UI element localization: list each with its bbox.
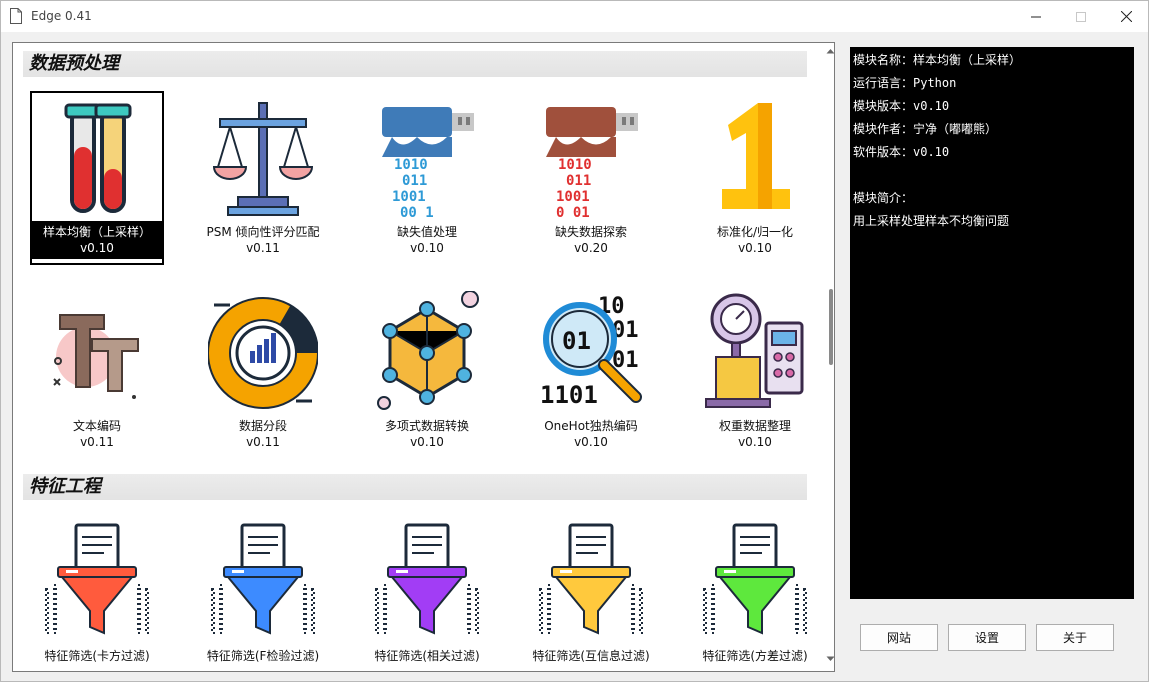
- scroll-thumb[interactable]: [829, 289, 833, 365]
- about-button[interactable]: 关于: [1036, 624, 1114, 651]
- module-version: v0.20: [574, 241, 608, 255]
- module-version: v0.11: [246, 241, 280, 255]
- info-line: 运行语言：Python: [853, 76, 957, 90]
- module-card[interactable]: 样本均衡（上采样） v0.10: [30, 91, 164, 265]
- svg-text:01: 01: [562, 327, 591, 355]
- module-name: 特征筛选(方差过滤): [702, 649, 808, 663]
- info-line: 用上采样处理样本不均衡问题: [853, 214, 1010, 228]
- module-name: 文本编码: [72, 419, 121, 433]
- maximize-icon: [1076, 11, 1086, 22]
- module-version: v0.11: [246, 435, 280, 449]
- scroll-up-icon[interactable]: [826, 47, 835, 56]
- usb-binary-red-icon: 1010 011 1001 0 01: [546, 107, 638, 219]
- module-card[interactable]: 特征筛选(相关过滤): [360, 515, 494, 671]
- info-line: 模块作者：宁净（嘟嘟熊）: [853, 122, 998, 136]
- svg-text:011: 011: [402, 173, 427, 189]
- balance-scale-icon: [212, 102, 314, 216]
- binary-magnifier-icon: 10 01 01 1101 01: [540, 294, 642, 409]
- vertical-scrollbar[interactable]: [826, 43, 835, 671]
- minimize-button[interactable]: [1013, 1, 1059, 32]
- module-card[interactable]: 10 01 01 1101 01 OneHot独热编码 v0.10: [524, 285, 658, 459]
- module-version: v0.11: [80, 435, 114, 449]
- module-name: 权重数据整理: [718, 419, 791, 433]
- module-card[interactable]: 数据分段 v0.11: [196, 285, 330, 459]
- module-card[interactable]: 特征筛选(互信息过滤): [524, 515, 658, 671]
- section-header-feature-engineering: 特征工程: [23, 474, 807, 500]
- module-card[interactable]: 文本编码 v0.11: [30, 285, 164, 459]
- svg-text:1001: 1001: [392, 189, 426, 205]
- close-icon: [1120, 11, 1132, 22]
- module-name: 缺失值处理: [396, 225, 457, 239]
- module-name: 缺失数据探索: [554, 225, 627, 239]
- module-name: 标准化/归一化: [716, 225, 794, 239]
- number-one-icon: [722, 103, 790, 209]
- module-name: 数据分段: [238, 419, 287, 433]
- module-name: OneHot独热编码: [544, 419, 638, 433]
- svg-text:1001: 1001: [556, 189, 590, 205]
- svg-text:00 1: 00 1: [400, 205, 434, 219]
- website-button[interactable]: 网站: [860, 624, 938, 651]
- text-font-icon: [53, 314, 139, 399]
- info-line: 软件版本：v0.10: [853, 145, 950, 159]
- funnel-green-icon: [703, 523, 807, 635]
- module-version: v0.10: [80, 241, 114, 255]
- svg-text:1101: 1101: [540, 381, 598, 409]
- title-bar: Edge 0.41: [1, 1, 1148, 32]
- settings-button[interactable]: 设置: [948, 624, 1026, 651]
- module-card[interactable]: 特征筛选(F检验过滤): [196, 515, 330, 671]
- module-name: PSM 倾向性评分匹配: [206, 225, 320, 239]
- info-line: 模块版本：v0.10: [853, 99, 950, 113]
- module-info-panel: 模块名称：样本均衡（上采样） 运行语言：Python 模块版本：v0.10 模块…: [850, 47, 1134, 599]
- module-card[interactable]: 1010 011 1001 0 01 缺失数据探索 v0.20: [524, 91, 658, 265]
- module-card[interactable]: 特征筛选(方差过滤): [688, 515, 822, 671]
- svg-text:011: 011: [566, 173, 591, 189]
- svg-text:1010: 1010: [394, 157, 428, 173]
- funnel-red-icon: [45, 523, 149, 635]
- module-name: 特征筛选(F检验过滤): [206, 649, 320, 663]
- funnel-purple-icon: [375, 523, 479, 635]
- module-version: v0.10: [410, 435, 444, 449]
- module-card[interactable]: 标准化/归一化 v0.10: [688, 91, 822, 265]
- module-name: 特征筛选(相关过滤): [374, 649, 480, 663]
- scroll-down-icon[interactable]: [826, 654, 835, 663]
- module-name: 特征筛选(互信息过滤): [532, 649, 650, 663]
- window-title: Edge 0.41: [31, 9, 92, 23]
- funnel-yellow-icon: [539, 523, 643, 635]
- module-card[interactable]: 特征筛选(卡方过滤): [30, 515, 164, 671]
- svg-text:1010: 1010: [558, 157, 592, 173]
- weighing-scale-icon: [705, 293, 804, 408]
- minimize-icon: [1031, 16, 1041, 17]
- section-header-preprocessing: 数据预处理: [23, 51, 807, 77]
- test-tubes-icon: [64, 103, 132, 213]
- app-window: Edge 0.41 数据预处理 样本均衡（上采样） v0.10 PSM 倾向性评…: [0, 0, 1149, 682]
- info-line: [853, 167, 1131, 190]
- donut-chart-icon: [208, 297, 318, 409]
- funnel-blue-icon: [211, 523, 315, 635]
- usb-binary-blue-icon: 1010 011 1001 00 1: [382, 107, 474, 219]
- module-version: v0.10: [738, 435, 772, 449]
- module-version: v0.10: [410, 241, 444, 255]
- module-version: v0.10: [738, 241, 772, 255]
- module-version: v0.10: [574, 435, 608, 449]
- maximize-button[interactable]: [1058, 1, 1104, 32]
- module-name: 样本均衡（上采样）: [42, 225, 151, 239]
- info-line: 模块名称：样本均衡（上采样）: [853, 53, 1022, 67]
- module-list-panel: 数据预处理 样本均衡（上采样） v0.10 PSM 倾向性评分匹配 v0.11 …: [12, 42, 835, 672]
- module-card[interactable]: 多项式数据转换 v0.10: [360, 285, 494, 459]
- svg-text:0 01: 0 01: [556, 205, 590, 219]
- module-card[interactable]: 1010 011 1001 00 1 缺失值处理 v0.10: [360, 91, 494, 265]
- close-button[interactable]: [1103, 1, 1149, 32]
- module-name: 多项式数据转换: [384, 419, 469, 433]
- document-icon: [10, 8, 22, 24]
- module-card[interactable]: 权重数据整理 v0.10: [688, 285, 822, 459]
- hexagon-network-icon: [377, 291, 479, 410]
- module-name: 特征筛选(卡方过滤): [44, 649, 150, 663]
- info-line: 模块简介：: [853, 191, 914, 205]
- module-card[interactable]: PSM 倾向性评分匹配 v0.11: [196, 91, 330, 265]
